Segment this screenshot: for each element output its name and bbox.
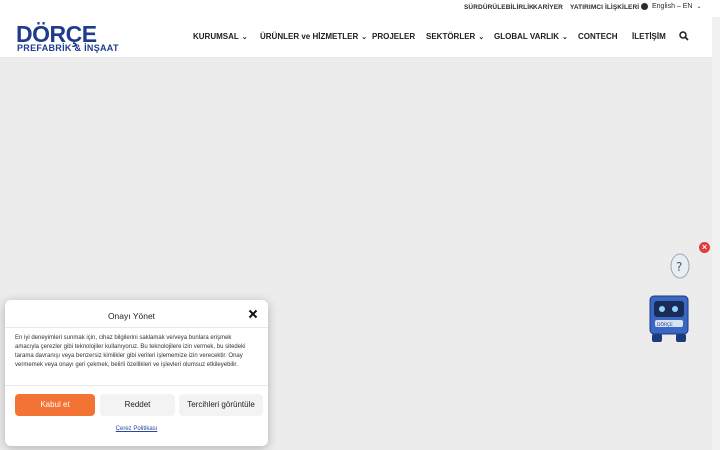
chevron-down-icon: ⌄ (241, 34, 248, 41)
nav-item-projects[interactable]: PROJELER (372, 32, 415, 41)
nav-item-label: KURUMSAL (193, 32, 239, 41)
top-utility-bar: SÜRDÜRÜLEBİLİRLİK KARİYER YATIRIMCI İLİŞ… (0, 0, 720, 17)
nav-item-sectors[interactable]: SEKTÖRLER ⌄ (426, 32, 484, 41)
site-header: DÖRÇE PREFABRİK & İNŞAAT KURUMSAL ⌄ ÜRÜNL… (0, 17, 712, 58)
nav-item-contech[interactable]: CONTECH (578, 32, 618, 41)
topbar-link-investor-relations[interactable]: YATIRIMCI İLİŞKİLERİ (570, 4, 639, 11)
accept-button[interactable]: Kabul et (15, 394, 95, 416)
nav-item-kurumsal[interactable]: KURUMSAL ⌄ (193, 32, 248, 41)
logo-subtitle: PREFABRİK & İNŞAAT (17, 43, 119, 53)
page-scrollbar[interactable] (712, 17, 720, 450)
nav-item-label: GLOBAL VARLIK (494, 32, 560, 41)
mascot-chat-widget[interactable]: ? DÖRÇE (644, 252, 694, 346)
consent-body-text: En iyi deneyimleri sunmak için, cihaz bi… (15, 335, 246, 368)
nav-item-contact[interactable]: İLETİŞİM (632, 32, 666, 41)
close-icon[interactable]: × (699, 242, 710, 253)
search-icon[interactable] (679, 31, 689, 41)
divider (5, 385, 268, 386)
close-icon[interactable] (248, 309, 258, 319)
cookie-policy-link[interactable]: Çerez Politikası (5, 426, 268, 432)
nav-item-label: ÜRÜNLER ve HİZMETLER (260, 32, 359, 41)
language-label: English – EN (652, 3, 693, 10)
nav-item-products-services[interactable]: ÜRÜNLER ve HİZMETLER ⌄ (260, 32, 367, 41)
topbar-link-sustainability[interactable]: SÜRDÜRÜLEBİLİRLİK (464, 4, 534, 11)
view-preferences-button[interactable]: Tercihleri görüntüle (179, 394, 263, 416)
consent-title: Onayı Yönet (107, 311, 156, 321)
nav-item-label: İLETİŞİM (632, 32, 666, 41)
chevron-down-icon: ⌄ (696, 4, 702, 10)
site-logo[interactable]: DÖRÇE PREFABRİK & İNŞAAT (16, 21, 119, 55)
cookie-consent-dialog: Onayı Yönet En iyi deneyimleri sunmak iç… (5, 300, 268, 446)
globe-icon (641, 3, 648, 10)
chevron-down-icon: ⌄ (562, 34, 568, 41)
deny-button[interactable]: Reddet (100, 394, 175, 416)
nav-item-label: SEKTÖRLER (426, 32, 476, 41)
language-selector[interactable]: English – EN ⌄ (641, 3, 702, 10)
divider (5, 327, 268, 328)
chevron-down-icon: ⌄ (361, 34, 368, 41)
nav-item-global-presence[interactable]: GLOBAL VARLIK ⌄ (494, 32, 568, 41)
chevron-down-icon: ⌄ (478, 34, 485, 41)
nav-item-label: PROJELER (372, 32, 416, 41)
mascot-label: DÖRÇE (657, 321, 673, 328)
question-mark-icon: ? (676, 260, 682, 274)
nav-item-label: CONTECH (578, 32, 618, 41)
topbar-link-careers[interactable]: KARİYER (533, 4, 563, 11)
